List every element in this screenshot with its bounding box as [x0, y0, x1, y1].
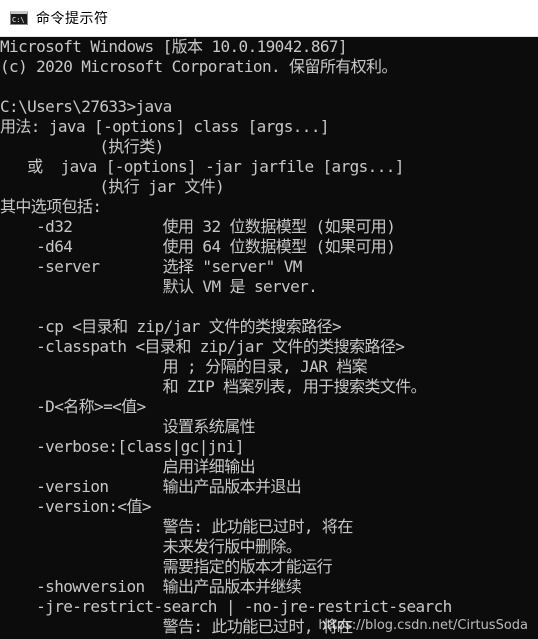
console-line: 需要指定的版本才能运行 [0, 557, 333, 576]
console-line: 用法: java [-options] class [args...] [0, 117, 329, 136]
watermark: https://blog.csdn.net/CirtusSoda [318, 618, 528, 633]
console-line: -classpath <目录和 zip/jar 文件的类搜索路径> [0, 337, 405, 356]
console-line: 未来发行版中删除。 [0, 537, 302, 556]
console-line: -D<名称>=<值> [0, 397, 146, 416]
console-line: (执行 jar 文件) [0, 177, 225, 196]
console-line: -cp <目录和 zip/jar 文件的类搜索路径> [0, 317, 342, 336]
console-line: -showversion 输出产品版本并继续 [0, 577, 302, 596]
console-line: 或 java [-options] -jar jarfile [args...] [0, 157, 404, 176]
window-title: 命令提示符 [36, 11, 109, 27]
console-line: -verbose:[class|gc|jni] [0, 437, 244, 456]
console-line: 和 ZIP 档案列表, 用于搜索类文件。 [0, 377, 427, 396]
console-output[interactable]: Microsoft Windows [版本 10.0.19042.867] (c)… [0, 37, 538, 639]
console-line: (执行类) [0, 137, 164, 156]
console-line: C:\Users\27633>java [0, 97, 172, 116]
console-line: -d64 使用 64 位数据模型 (如果可用) [0, 237, 396, 256]
title-bar[interactable]: C:\ 命令提示符 [0, 0, 538, 37]
console-line: 其中选项包括: [0, 197, 102, 216]
console-line: -jre-restrict-search | -no-jre-restrict-… [0, 597, 452, 616]
console-line: (c) 2020 Microsoft Corporation. 保留所有权利。 [0, 57, 397, 76]
console-line: -d32 使用 32 位数据模型 (如果可用) [0, 217, 396, 236]
console-line: 警告: 此功能已过时, 将在 [0, 517, 354, 536]
cmd-icon: C:\ [10, 11, 28, 25]
console-line: 设置系统属性 [0, 417, 256, 436]
console-line: 默认 VM 是 server. [0, 277, 318, 296]
svg-text:C:\: C:\ [12, 16, 25, 23]
console-line: 用 ; 分隔的目录, JAR 档案 [0, 357, 368, 376]
console-line: 启用详细输出 [0, 457, 256, 476]
console-line: Microsoft Windows [版本 10.0.19042.867] [0, 37, 348, 56]
console-line: 警告: 此功能已过时, 将在 [0, 617, 354, 636]
console-line: -version 输出产品版本并退出 [0, 477, 302, 496]
console-line: -server 选择 "server" VM [0, 257, 302, 276]
console-line: -version:<值> [0, 497, 151, 516]
